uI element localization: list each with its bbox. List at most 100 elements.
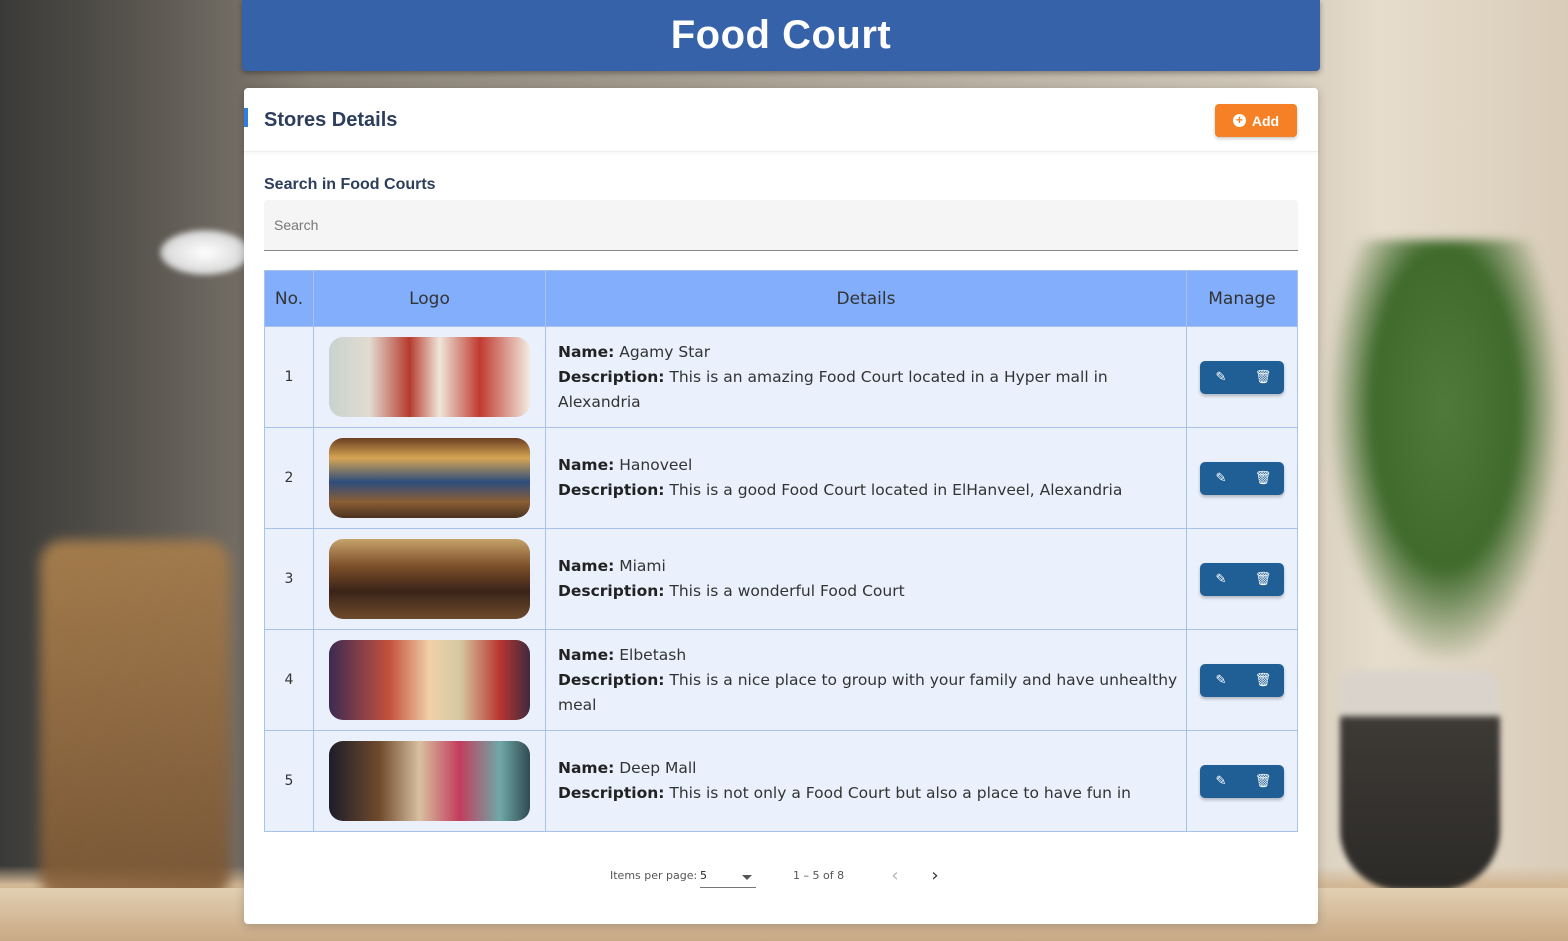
stores-table: No. Logo Details Manage 1 Name: Agamy St… (264, 270, 1298, 832)
items-per-page-value: 5 (700, 869, 707, 882)
store-description: Description: This is a wonderful Food Co… (558, 579, 1186, 604)
pencil-icon: ✎ (1215, 571, 1227, 586)
header-logo: Logo (313, 270, 546, 327)
plus-circle-icon: + (1232, 114, 1246, 127)
edit-button[interactable]: ✎ (1200, 664, 1242, 697)
description-label: Description: (558, 582, 665, 600)
name-label: Name: (558, 557, 615, 575)
delete-button[interactable]: 🗑 (1242, 765, 1284, 798)
details-cell: Name: Hanoveel Description: This is a go… (545, 427, 1187, 529)
items-per-page-label: Items per page: (610, 869, 698, 882)
details-cell: Name: Agamy Star Description: This is an… (545, 326, 1187, 428)
description-value: This is not only a Food Court but also a… (669, 784, 1131, 802)
manage-cell: ✎ 🗑 (1186, 528, 1298, 630)
store-logo-image (329, 640, 530, 720)
store-name: Name: Miami (558, 554, 1186, 579)
trash-icon: 🗑 (1254, 672, 1272, 687)
details-cell: Name: Elbetash Description: This is a ni… (545, 629, 1187, 731)
pencil-icon: ✎ (1215, 470, 1227, 485)
details-cell: Name: Deep Mall Description: This is not… (545, 730, 1187, 832)
manage-cell: ✎ 🗑 (1186, 326, 1298, 428)
manage-button-group: ✎ 🗑 (1200, 562, 1284, 596)
name-label: Name: (558, 645, 615, 664)
store-name: Name: Hanoveel (558, 453, 1186, 478)
trash-icon: 🗑 (1254, 773, 1272, 788)
stores-card: Stores Details + Add Search in Food Cour… (244, 88, 1318, 924)
search-field (264, 200, 1298, 251)
manage-button-group: ✎ 🗑 (1200, 663, 1284, 697)
store-logo-image (329, 337, 530, 417)
background-plant (1330, 240, 1560, 660)
name-value: Hanoveel (619, 456, 693, 474)
pencil-icon: ✎ (1215, 672, 1227, 687)
delete-button[interactable]: 🗑 (1242, 563, 1284, 596)
delete-button[interactable]: 🗑 (1242, 361, 1284, 394)
pencil-icon: ✎ (1215, 773, 1227, 788)
store-name: Name: Deep Mall (558, 756, 1186, 781)
description-label: Description: (558, 670, 665, 689)
logo-cell (313, 528, 546, 630)
header-manage: Manage (1186, 270, 1298, 327)
title-accent-bar (244, 108, 248, 127)
store-description: Description: This is a good Food Court l… (558, 478, 1186, 503)
next-page-button[interactable]: › (923, 863, 947, 887)
add-button[interactable]: + Add (1215, 104, 1297, 137)
manage-button-group: ✎ 🗑 (1200, 764, 1284, 798)
table-row: 5 Name: Deep Mall Description: This is n… (264, 730, 1298, 832)
edit-button[interactable]: ✎ (1200, 563, 1242, 596)
description-label: Description: (558, 481, 665, 499)
store-description: Description: This is an amazing Food Cou… (558, 365, 1186, 415)
logo-cell (313, 629, 546, 731)
name-value: Elbetash (619, 645, 687, 664)
name-value: Deep Mall (619, 759, 697, 777)
logo-cell (313, 730, 546, 832)
store-logo-image (329, 539, 530, 619)
edit-button[interactable]: ✎ (1200, 765, 1242, 798)
store-name: Name: Elbetash (558, 643, 1186, 668)
row-number: 1 (264, 326, 314, 428)
add-button-label: Add (1251, 112, 1280, 129)
header-details: Details (545, 270, 1187, 327)
row-number: 5 (264, 730, 314, 832)
manage-cell: ✎ 🗑 (1186, 730, 1298, 832)
description-value: This is a wonderful Food Court (669, 582, 905, 600)
row-number: 3 (264, 528, 314, 630)
chevron-down-icon (742, 875, 752, 880)
edit-button[interactable]: ✎ (1200, 361, 1242, 394)
name-value: Agamy Star (619, 342, 711, 361)
logo-cell (313, 427, 546, 529)
header-no: No. (264, 270, 314, 327)
store-logo-image (329, 438, 530, 518)
page-range-label: 1 – 5 of 8 (793, 869, 845, 882)
search-input[interactable] (264, 200, 1298, 250)
description-label: Description: (558, 367, 665, 386)
store-description: Description: This is not only a Food Cou… (558, 781, 1186, 806)
delete-button[interactable]: 🗑 (1242, 462, 1284, 495)
previous-page-button[interactable]: ‹ (883, 863, 907, 887)
details-cell: Name: Miami Description: This is a wonde… (545, 528, 1187, 630)
delete-button[interactable]: 🗑 (1242, 664, 1284, 697)
manage-cell: ✎ 🗑 (1186, 629, 1298, 731)
background-chair (40, 540, 230, 900)
name-value: Miami (619, 557, 666, 575)
table-row: 2 Name: Hanoveel Description: This is a … (264, 427, 1298, 529)
background-pot (1340, 670, 1500, 890)
manage-button-group: ✎ 🗑 (1200, 360, 1284, 394)
name-label: Name: (558, 342, 615, 361)
table-header-row: No. Logo Details Manage (264, 270, 1298, 327)
edit-button[interactable]: ✎ (1200, 462, 1242, 495)
chevron-right-icon: › (931, 864, 939, 886)
logo-cell (313, 326, 546, 428)
manage-cell: ✎ 🗑 (1186, 427, 1298, 529)
card-title: Stores Details (264, 109, 398, 131)
paginator: Items per page: 5 1 – 5 of 8 ‹ › (244, 860, 1318, 890)
description-value: This is a good Food Court located in ElH… (669, 481, 1123, 499)
table-row: 4 Name: Elbetash Description: This is a … (264, 629, 1298, 731)
table-row: 3 Name: Miami Description: This is a won… (264, 528, 1298, 630)
row-number: 2 (264, 427, 314, 529)
trash-icon: 🗑 (1254, 571, 1272, 586)
row-number: 4 (264, 629, 314, 731)
items-per-page-select[interactable]: 5 (700, 866, 756, 888)
app-title: Food Court (670, 13, 892, 57)
store-description: Description: This is a nice place to gro… (558, 668, 1186, 718)
